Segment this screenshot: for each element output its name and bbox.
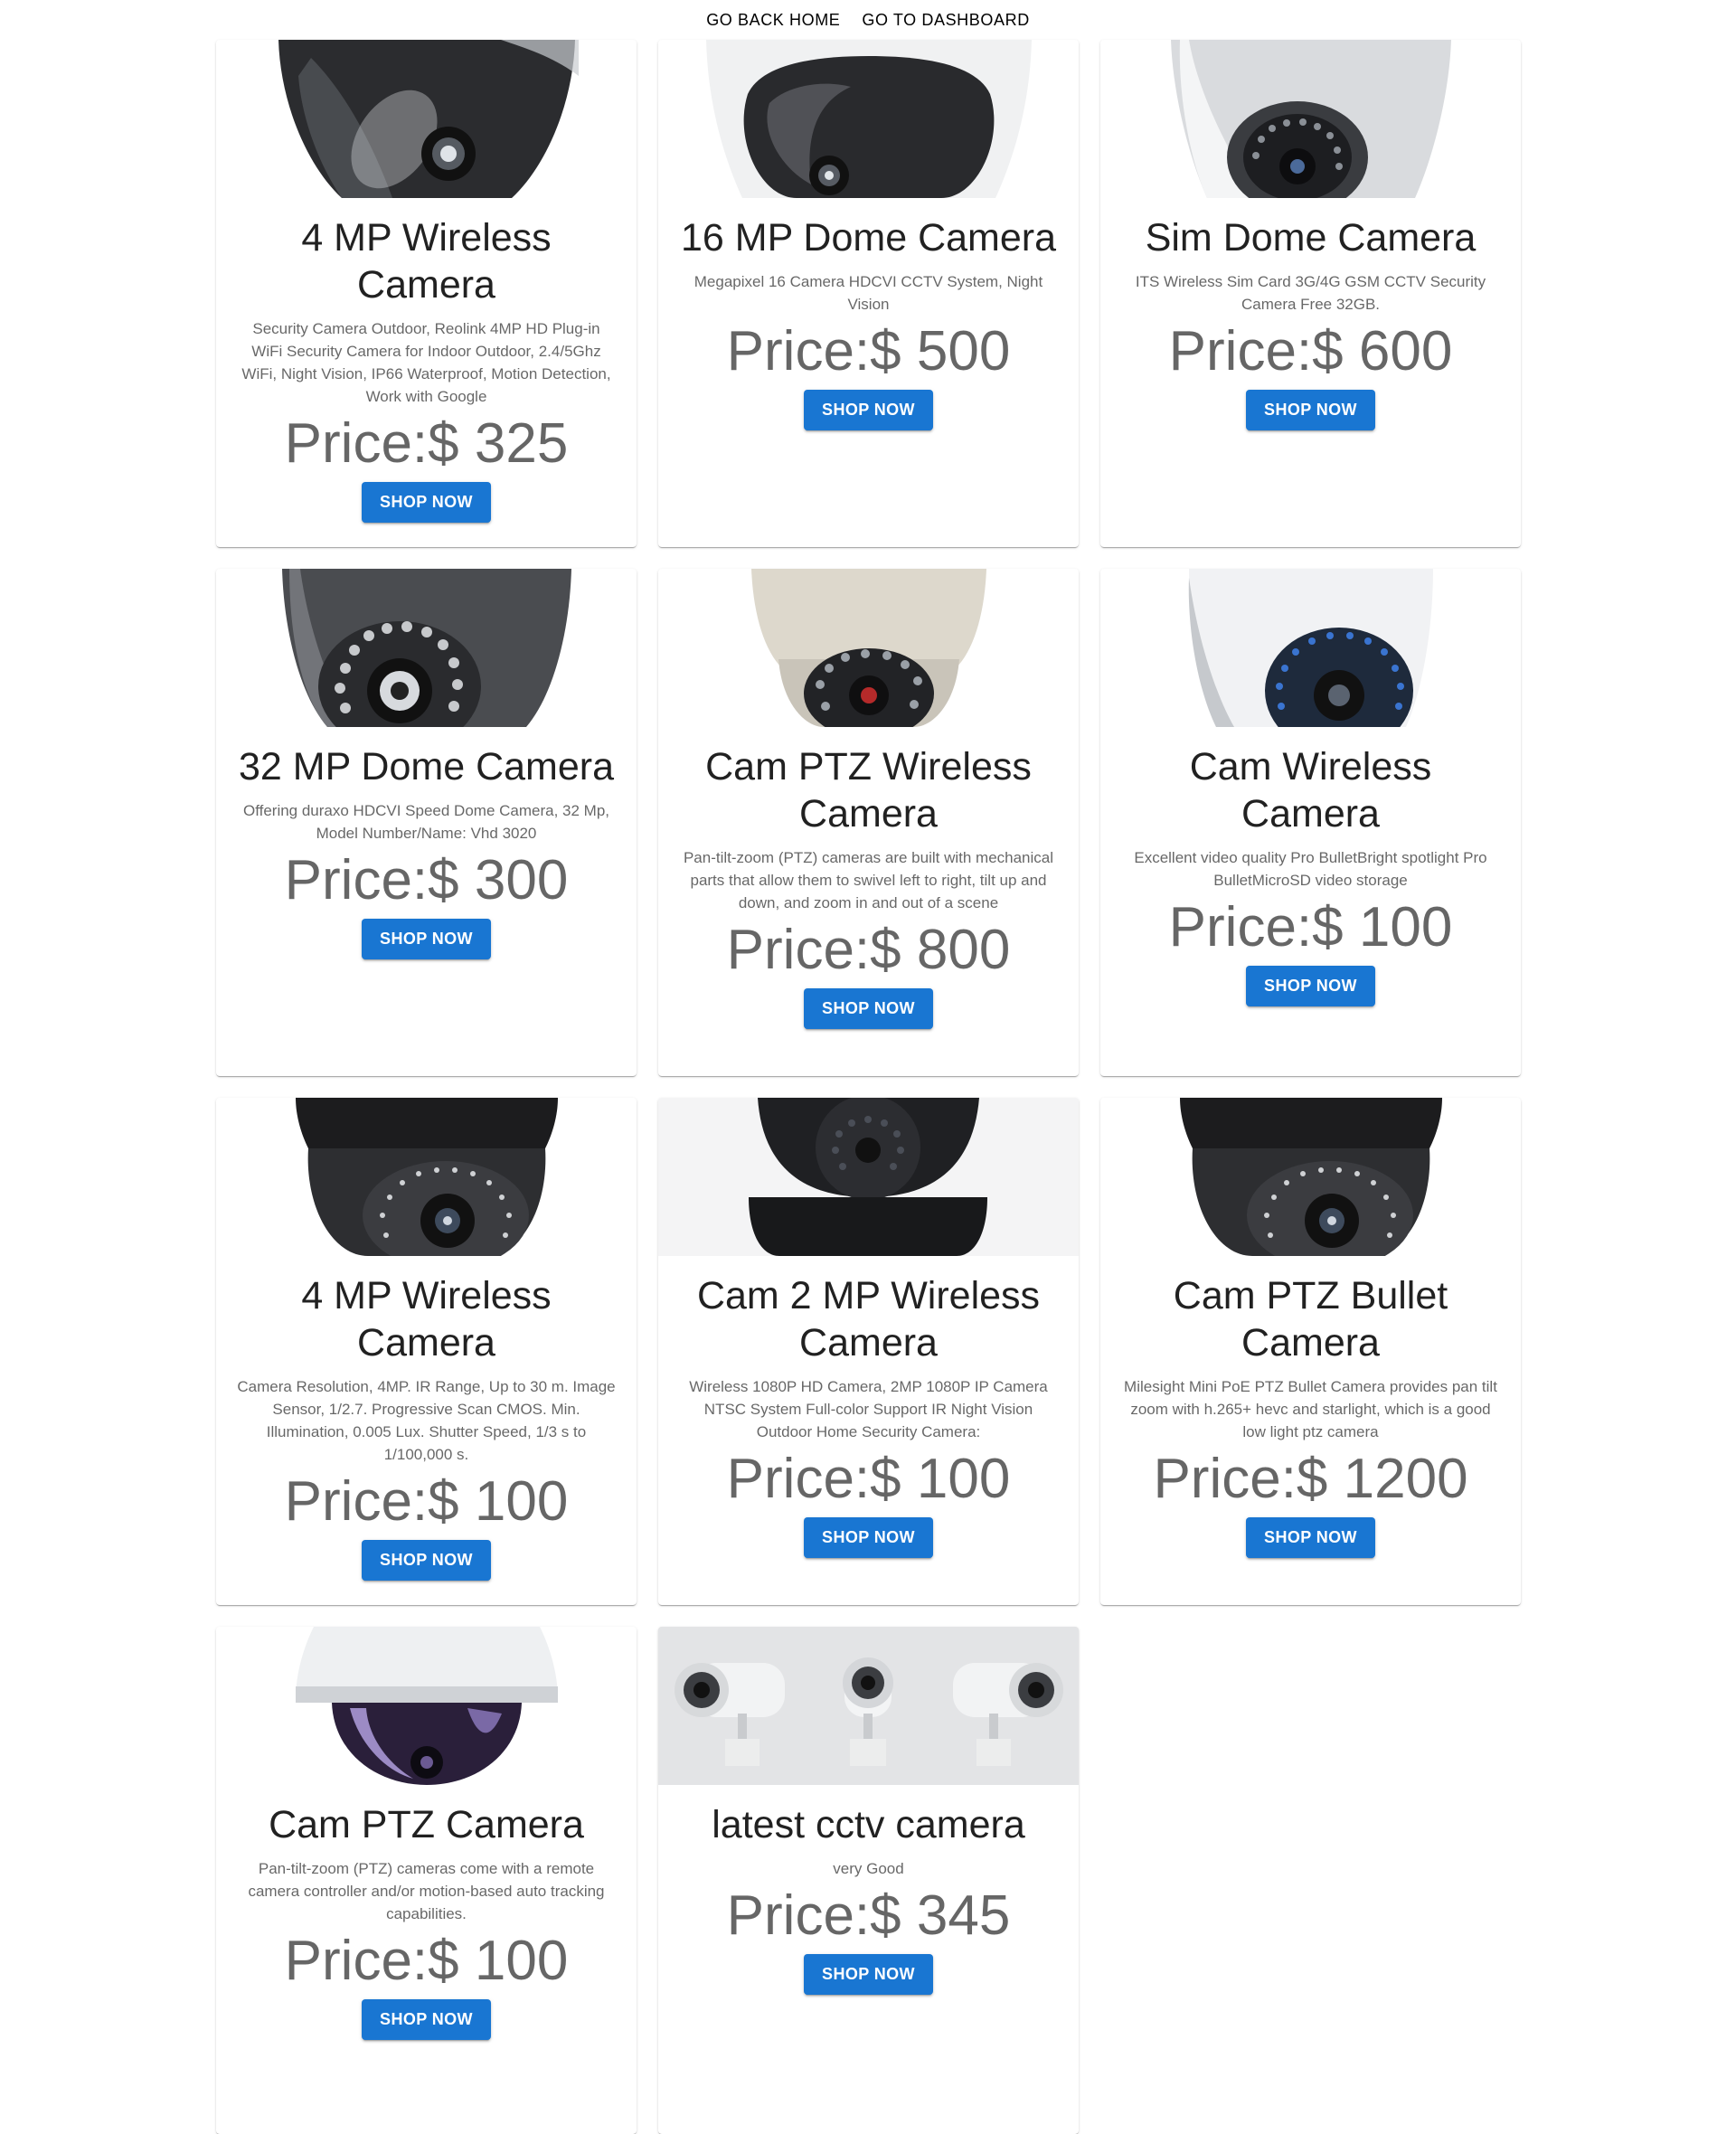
product-image	[1100, 569, 1521, 727]
product-card: Cam 2 MP Wireless Camera Wireless 1080P …	[658, 1098, 1079, 1605]
product-title: Cam PTZ Camera	[269, 1803, 584, 1846]
product-card: 16 MP Dome Camera Megapixel 16 Camera HD…	[658, 40, 1079, 547]
shop-now-button[interactable]: SHOP NOW	[804, 1517, 933, 1558]
product-description: Camera Resolution, 4MP. IR Range, Up to …	[237, 1378, 616, 1463]
product-image	[216, 40, 637, 198]
product-image	[216, 569, 637, 727]
product-description: Offering duraxo HDCVI Speed Dome Camera,…	[242, 802, 610, 842]
go-back-home-button[interactable]: GO BACK HOME	[697, 4, 849, 37]
black-dome-camera-icon	[658, 1098, 1079, 1256]
product-card: Cam Wireless Camera Excellent video qual…	[1100, 569, 1521, 1076]
product-price: Price:$ 100	[284, 1930, 569, 1992]
product-price: Price:$ 100	[726, 1448, 1011, 1510]
product-card: 4 MP Wireless Camera Security Camera Out…	[216, 40, 637, 547]
product-title: 16 MP Dome Camera	[680, 216, 1057, 260]
product-title: 4 MP Wireless Camera	[301, 1274, 552, 1364]
product-description: Pan-tilt-zoom (PTZ) cameras come with a …	[248, 1860, 605, 1922]
product-image	[1100, 1098, 1521, 1256]
white-dome-camera-icon	[705, 40, 1032, 198]
product-price: Price:$ 325	[284, 412, 569, 475]
product-description: very Good	[833, 1860, 904, 1877]
black-turret-camera-icon	[1179, 1098, 1442, 1256]
product-card: Cam PTZ Wireless Camera Pan-tilt-zoom (P…	[658, 569, 1079, 1076]
dark-dome-camera-icon	[274, 40, 579, 198]
black-turret-camera-icon	[295, 1098, 558, 1256]
shop-now-button[interactable]: SHOP NOW	[362, 1540, 491, 1581]
product-price: Price:$ 345	[726, 1884, 1011, 1947]
product-price: Price:$ 1200	[1153, 1448, 1468, 1510]
shop-now-button[interactable]: SHOP NOW	[804, 1954, 933, 1995]
go-to-dashboard-button[interactable]: GO TO DASHBOARD	[853, 4, 1038, 37]
product-title: Cam PTZ Bullet Camera	[1173, 1274, 1448, 1364]
product-price: Price:$ 800	[726, 919, 1011, 981]
shop-now-button[interactable]: SHOP NOW	[1246, 1517, 1375, 1558]
shop-now-button[interactable]: SHOP NOW	[804, 988, 933, 1029]
product-description: Pan-tilt-zoom (PTZ) cameras are built wi…	[683, 849, 1054, 911]
grey-ir-dome-camera-icon	[281, 569, 571, 727]
product-title: Cam Wireless Camera	[1189, 745, 1432, 836]
product-title: Cam 2 MP Wireless Camera	[696, 1274, 1041, 1364]
product-description: Security Camera Outdoor, Reolink 4MP HD …	[241, 320, 611, 405]
product-grid: 4 MP Wireless Camera Security Camera Out…	[216, 40, 1521, 2134]
product-description: ITS Wireless Sim Card 3G/4G GSM CCTV Sec…	[1135, 273, 1486, 313]
product-card: 32 MP Dome Camera Offering duraxo HDCVI …	[216, 569, 637, 1076]
product-image	[216, 1627, 637, 1785]
beige-ir-dome-camera-icon	[750, 569, 986, 727]
product-image	[658, 1627, 1079, 1785]
product-card: Sim Dome Camera ITS Wireless Sim Card 3G…	[1100, 40, 1521, 547]
product-description: Milesight Mini PoE PTZ Bullet Camera pro…	[1124, 1378, 1497, 1440]
product-description: Wireless 1080P HD Camera, 2MP 1080P IP C…	[689, 1378, 1048, 1440]
product-image	[658, 569, 1079, 727]
product-price: Price:$ 600	[1168, 320, 1453, 382]
shop-now-button[interactable]: SHOP NOW	[1246, 390, 1375, 430]
product-price: Price:$ 300	[284, 849, 569, 911]
product-price: Price:$ 100	[284, 1470, 569, 1533]
product-card: latest cctv camera very Good Price:$ 345…	[658, 1627, 1079, 2134]
shop-now-button[interactable]: SHOP NOW	[804, 390, 933, 430]
white-dome-camera-violet-icon	[295, 1627, 558, 1785]
shop-now-button[interactable]: SHOP NOW	[362, 1999, 491, 2040]
product-card: 4 MP Wireless Camera Camera Resolution, …	[216, 1098, 637, 1605]
product-card: Cam PTZ Camera Pan-tilt-zoom (PTZ) camer…	[216, 1627, 637, 2134]
product-title: Cam PTZ Wireless Camera	[705, 745, 1032, 836]
product-title: 4 MP Wireless Camera	[301, 216, 552, 307]
product-title: Sim Dome Camera	[1145, 216, 1477, 260]
top-nav: GO BACK HOME GO TO DASHBOARD	[0, 0, 1736, 40]
product-description: Excellent video quality Pro BulletBright…	[1134, 849, 1487, 889]
shop-now-button[interactable]: SHOP NOW	[1246, 966, 1375, 1006]
product-price: Price:$ 100	[1168, 896, 1453, 958]
product-title: latest cctv camera	[712, 1803, 1025, 1846]
product-description: Megapixel 16 Camera HDCVI CCTV System, N…	[693, 273, 1043, 313]
shop-now-button[interactable]: SHOP NOW	[362, 919, 491, 959]
product-card: Cam PTZ Bullet Camera Milesight Mini PoE…	[1100, 1098, 1521, 1605]
product-image	[1100, 40, 1521, 198]
shop-now-button[interactable]: SHOP NOW	[362, 482, 491, 523]
bullet-cameras-trio-icon	[658, 1627, 1079, 1785]
product-price: Price:$ 500	[726, 320, 1011, 382]
white-turret-camera-icon	[1179, 569, 1442, 727]
product-title: 32 MP Dome Camera	[238, 745, 615, 788]
silver-ir-dome-camera-icon	[1161, 40, 1460, 198]
product-image	[216, 1098, 637, 1256]
product-image	[658, 40, 1079, 198]
product-image	[658, 1098, 1079, 1256]
